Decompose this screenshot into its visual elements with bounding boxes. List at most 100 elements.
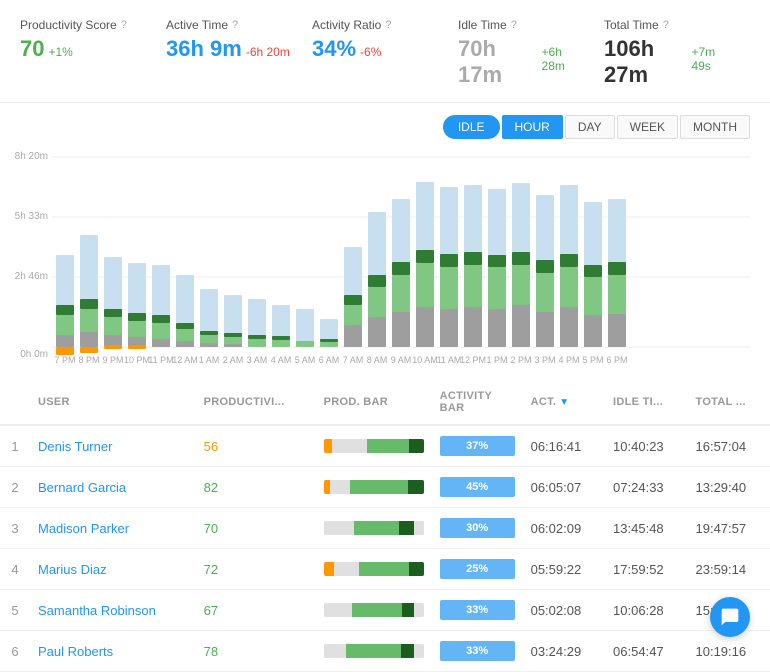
productivity-score-value: 56 <box>196 425 316 467</box>
svg-text:5 PM: 5 PM <box>582 355 603 365</box>
productivity-score-value: 78 <box>196 631 316 672</box>
stat-total-time-label: Total Time ? <box>604 18 730 32</box>
active-time-value: 05:59:22 <box>523 549 605 590</box>
user-name-link[interactable]: Madison Parker <box>38 521 129 536</box>
prod-bar-cell <box>316 425 432 467</box>
prod-bar-cell <box>316 467 432 508</box>
idle-time-help-icon[interactable]: ? <box>511 19 517 31</box>
productivity-help-icon[interactable]: ? <box>121 19 127 31</box>
svg-text:8h 20m: 8h 20m <box>15 151 48 162</box>
idle-time-value: 10:40:23 <box>605 425 687 467</box>
svg-text:9 AM: 9 AM <box>391 355 412 365</box>
chat-bubble-button[interactable] <box>710 597 750 637</box>
btn-hour[interactable]: HOUR <box>502 115 563 139</box>
user-name-link[interactable]: Bernard Garcia <box>38 480 126 495</box>
table-header: USER PRODUCTIVI... PROD. BAR ACTIVITY BA… <box>0 380 770 425</box>
activity-percentage: 45% <box>466 481 488 493</box>
activity-percentage: 25% <box>466 563 488 575</box>
activity-bar-cell: 33% <box>432 590 523 631</box>
stat-active-time-value: 36h 9m -6h 20m <box>166 36 292 62</box>
activity-bar-cell: 37% <box>432 425 523 467</box>
active-time-value: 06:16:41 <box>523 425 605 467</box>
th-prod-bar: PROD. BAR <box>316 380 432 425</box>
stat-activity-ratio: Activity Ratio ? 34% -6% <box>312 18 458 88</box>
th-productivity[interactable]: PRODUCTIVI... <box>196 380 316 425</box>
stat-activity-ratio-label: Activity Ratio ? <box>312 18 438 32</box>
row-number: 2 <box>0 467 30 508</box>
idle-time-value: 06:54:47 <box>605 631 687 672</box>
idle-time-value: 13:45:48 <box>605 508 687 549</box>
productivity-score-value: 70 <box>196 508 316 549</box>
th-user[interactable]: USER <box>30 380 196 425</box>
productivity-score-value: 72 <box>196 549 316 590</box>
users-table: USER PRODUCTIVI... PROD. BAR ACTIVITY BA… <box>0 380 770 672</box>
chart-controls: IDLE HOUR DAY WEEK MONTH <box>0 103 770 147</box>
idle-time-value: 07:24:33 <box>605 467 687 508</box>
prod-bar-cell <box>316 508 432 549</box>
stat-active-time: Active Time ? 36h 9m -6h 20m <box>166 18 312 88</box>
user-name-link[interactable]: Paul Roberts <box>38 644 113 659</box>
svg-text:1 PM: 1 PM <box>486 355 507 365</box>
svg-text:10 AM: 10 AM <box>412 355 438 365</box>
activity-bar-cell: 25% <box>432 549 523 590</box>
stat-activity-ratio-value: 34% -6% <box>312 36 438 62</box>
svg-text:11 AM: 11 AM <box>437 355 462 365</box>
user-name-link[interactable]: Marius Diaz <box>38 562 107 577</box>
table-body: 1 Denis Turner 56 37%06:16:4110:40:2316:57:… <box>0 425 770 672</box>
stat-productivity-label: Productivity Score ? <box>20 18 146 32</box>
svg-text:2h 46m: 2h 46m <box>15 271 48 282</box>
stat-productivity-value: 70 +1% <box>20 36 146 62</box>
svg-text:8 AM: 8 AM <box>367 355 388 365</box>
idle-time-value: 17:59:52 <box>605 549 687 590</box>
svg-text:6 PM: 6 PM <box>606 355 627 365</box>
total-time-value: 16:57:04 <box>688 425 770 467</box>
svg-text:3 PM: 3 PM <box>534 355 555 365</box>
row-number: 5 <box>0 590 30 631</box>
table-row: 2Bernard Garcia8245%06:05:0707:24:3313:2… <box>0 467 770 508</box>
user-name-link[interactable]: Denis Turner <box>38 439 112 454</box>
stat-total-time: Total Time ? 106h 27m +7m 49s <box>604 18 750 88</box>
svg-text:8 PM: 8 PM <box>78 355 99 365</box>
row-number: 1 <box>0 425 30 467</box>
svg-text:7 PM: 7 PM <box>54 355 75 365</box>
stat-idle-time-label: Idle Time ? <box>458 18 584 32</box>
table-row: 3Madison Parker7030%06:02:0913:45:4819:4… <box>0 508 770 549</box>
activity-bar-cell: 45% <box>432 467 523 508</box>
svg-text:4 AM: 4 AM <box>271 355 292 365</box>
svg-text:12 PM: 12 PM <box>460 355 486 365</box>
prod-bar-cell <box>316 549 432 590</box>
th-activity-bar: ACTIVITY BAR <box>432 380 523 425</box>
svg-text:10 PM: 10 PM <box>124 355 150 365</box>
th-total-time[interactable]: TOTAL ... <box>688 380 770 425</box>
svg-text:6 AM: 6 AM <box>319 355 340 365</box>
btn-month[interactable]: MONTH <box>680 115 750 139</box>
svg-text:9 PM: 9 PM <box>102 355 123 365</box>
bar-chart: 8h 20m 5h 33m 2h 46m 0h 0m <box>20 147 750 367</box>
productivity-score-value: 82 <box>196 467 316 508</box>
activity-ratio-help-icon[interactable]: ? <box>385 19 391 31</box>
btn-idle[interactable]: IDLE <box>443 115 500 139</box>
svg-text:11 PM: 11 PM <box>148 355 173 365</box>
svg-text:7 AM: 7 AM <box>343 355 364 365</box>
chart-area: 8h 20m 5h 33m 2h 46m 0h 0m <box>0 147 770 380</box>
svg-text:2 AM: 2 AM <box>223 355 244 365</box>
chat-icon <box>720 607 740 627</box>
svg-text:5 AM: 5 AM <box>295 355 316 365</box>
total-time-help-icon[interactable]: ? <box>663 19 669 31</box>
svg-text:1 AM: 1 AM <box>199 355 220 365</box>
row-number: 4 <box>0 549 30 590</box>
data-table-section: USER PRODUCTIVI... PROD. BAR ACTIVITY BA… <box>0 380 770 672</box>
stats-row: Productivity Score ? 70 +1% Active Time … <box>0 0 770 103</box>
svg-text:0h 0m: 0h 0m <box>20 349 48 360</box>
svg-text:5h 33m: 5h 33m <box>15 211 48 222</box>
btn-week[interactable]: WEEK <box>617 115 678 139</box>
user-name-link[interactable]: Samantha Robinson <box>38 603 156 618</box>
active-time-help-icon[interactable]: ? <box>232 19 238 31</box>
th-active-time[interactable]: ACT. ▼ <box>523 380 605 425</box>
table-row: 4Marius Diaz7225%05:59:2217:59:5223:59:1… <box>0 549 770 590</box>
active-time-value: 06:05:07 <box>523 467 605 508</box>
svg-text:12 AM: 12 AM <box>172 355 198 365</box>
th-idle-time[interactable]: IDLE TI... <box>605 380 687 425</box>
activity-percentage: 33% <box>466 645 488 657</box>
btn-day[interactable]: DAY <box>565 115 615 139</box>
